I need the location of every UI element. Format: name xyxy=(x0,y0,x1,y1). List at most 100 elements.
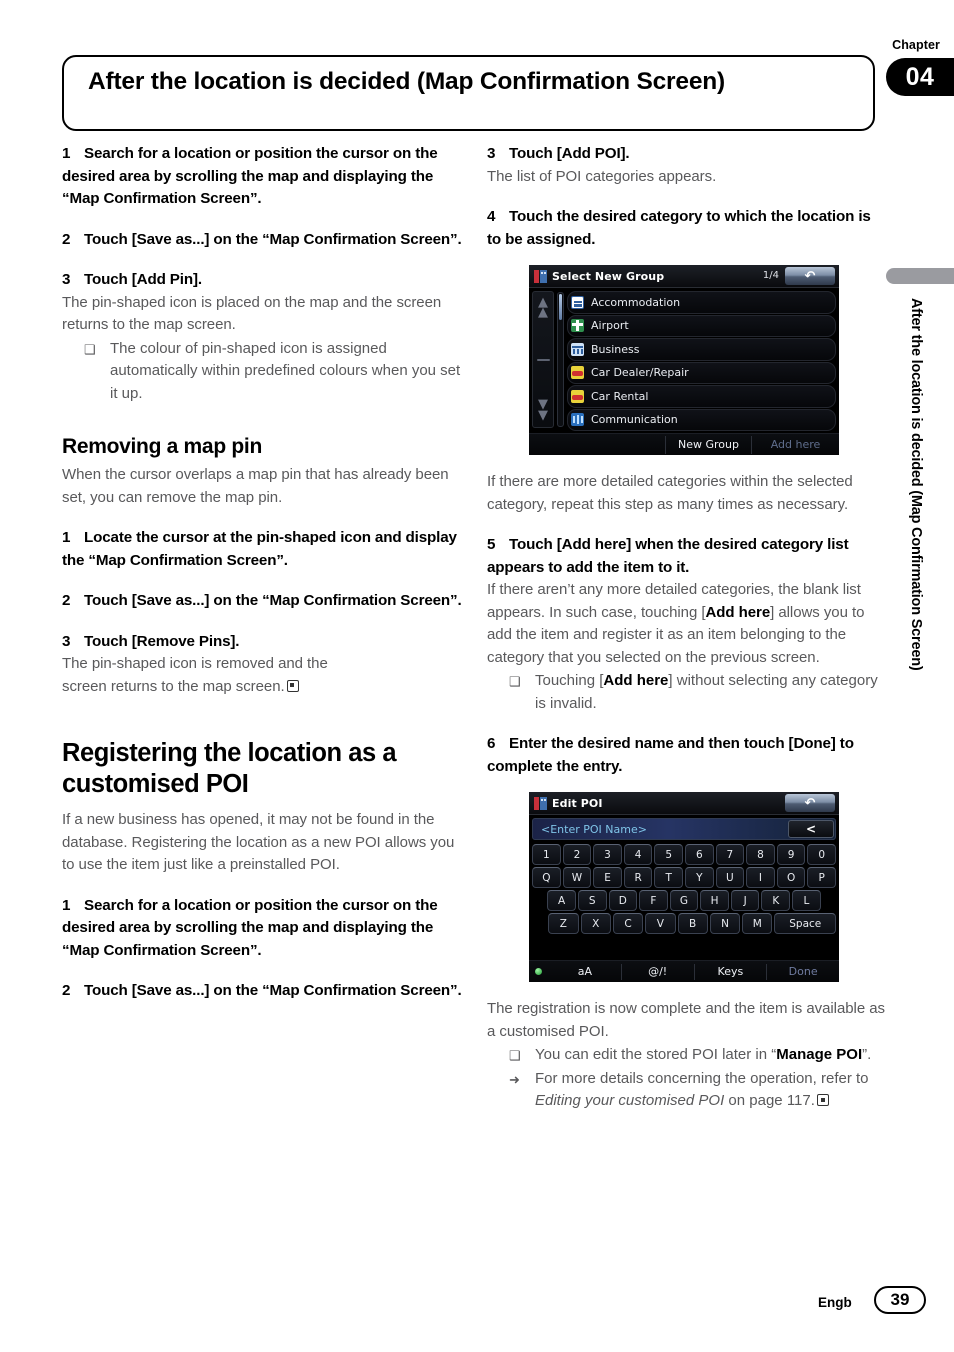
step-number: 2 xyxy=(62,982,71,1000)
key-x[interactable]: X xyxy=(580,913,611,934)
back-button[interactable]: ↶ xyxy=(785,267,835,285)
key-space[interactable]: Space xyxy=(774,913,836,934)
airport-icon xyxy=(571,319,584,333)
key-7[interactable]: 7 xyxy=(715,844,745,865)
key-h[interactable]: H xyxy=(700,890,729,911)
keyboard-row-zxcv: Z X C V B N M Space xyxy=(532,913,836,934)
key-8[interactable]: 8 xyxy=(746,844,775,865)
add-here-button[interactable]: Add here xyxy=(751,435,839,454)
row-spacer xyxy=(532,890,545,911)
step-number: 2 xyxy=(62,592,71,609)
key-1[interactable]: 1 xyxy=(532,844,561,865)
keyboard-row-qwerty: Q W E R T Y U I O P xyxy=(532,867,836,888)
list-item[interactable]: Car Rental xyxy=(567,385,836,408)
key-g[interactable]: G xyxy=(669,890,699,911)
step-text: Search for a location or position the cu… xyxy=(62,145,438,207)
key-5[interactable]: 5 xyxy=(654,844,683,865)
key-r[interactable]: R xyxy=(623,867,653,888)
new-group-button[interactable]: New Group xyxy=(665,435,751,454)
ref-part1: For more details concerning the operatio… xyxy=(535,1069,869,1087)
key-k[interactable]: K xyxy=(761,890,791,911)
list-item[interactable]: Communication xyxy=(567,408,836,431)
note-bold: Add here xyxy=(603,672,669,689)
case-toggle-button[interactable]: aA xyxy=(549,964,621,980)
key-v[interactable]: V xyxy=(645,913,676,934)
right-column: 3 Touch [Add POI]. The list of POI catego… xyxy=(487,143,887,1113)
backspace-button[interactable]: < xyxy=(788,820,834,838)
section-intro: If a new business has opened, it may not… xyxy=(62,811,455,874)
key-q[interactable]: Q xyxy=(532,867,561,888)
row-spacer xyxy=(532,913,546,934)
key-m[interactable]: M xyxy=(742,913,773,934)
key-f[interactable]: F xyxy=(639,890,668,911)
step-description: The pin-shaped icon is placed on the map… xyxy=(62,293,442,334)
step-number: 1 xyxy=(62,896,71,914)
keyboard: 1 2 3 4 5 6 7 8 9 0 Q W E R T Y U I O P … xyxy=(529,840,839,934)
step-description: If there aren’t any more detailed catego… xyxy=(487,579,887,669)
chapter-label: Chapter xyxy=(892,38,940,52)
step-number: 3 xyxy=(487,145,496,162)
step-number: 6 xyxy=(487,735,496,752)
note-text: For more details concerning the operatio… xyxy=(535,1068,887,1113)
key-6[interactable]: 6 xyxy=(685,844,714,865)
end-of-section-icon xyxy=(816,1094,829,1106)
list-item[interactable]: Business xyxy=(567,338,836,361)
scroll-arrows-column[interactable]: ▲ ▲ ▼ ▼ xyxy=(532,291,554,428)
key-i[interactable]: I xyxy=(746,867,775,888)
key-j[interactable]: J xyxy=(730,890,760,911)
step-number: 2 xyxy=(62,230,71,248)
step-number: 1 xyxy=(62,529,71,546)
scrollbar[interactable] xyxy=(557,292,564,427)
keys-button[interactable]: Keys xyxy=(693,963,767,980)
list-item-label: Car Rental xyxy=(591,389,649,403)
keyboard-row-asdf: A S D F G H J K L xyxy=(532,890,836,911)
key-l[interactable]: L xyxy=(792,890,821,911)
device-screenshot-select-new-group: Select New Group 1/4 ↶ ▲ ▲ ▼ ▼ Accommodati… xyxy=(529,265,839,455)
scroll-down-icon[interactable]: ▼ ▼ xyxy=(538,398,548,421)
key-4[interactable]: 4 xyxy=(623,844,653,865)
scroll-up-icon[interactable]: ▲ ▲ xyxy=(538,296,548,319)
scrollbar-thumb[interactable] xyxy=(559,294,562,320)
key-u[interactable]: U xyxy=(715,867,745,888)
key-a[interactable]: A xyxy=(547,890,576,911)
step-number: 1 xyxy=(62,145,71,162)
poi-group-icon xyxy=(534,269,547,283)
after-keyboard-description: The registration is now complete and the… xyxy=(487,1000,885,1040)
key-e[interactable]: E xyxy=(593,867,622,888)
key-p[interactable]: P xyxy=(807,867,836,888)
note-square-icon: ❑ xyxy=(509,1048,521,1063)
key-0[interactable]: 0 xyxy=(807,844,836,865)
step5-desc-bold: Add here xyxy=(705,603,771,621)
key-y[interactable]: Y xyxy=(685,867,714,888)
page-indicator: 1/4 xyxy=(762,270,779,281)
step-description-line2: screen returns to the map screen. xyxy=(62,677,285,695)
side-tab-marker xyxy=(886,268,954,284)
key-3[interactable]: 3 xyxy=(593,844,622,865)
key-2[interactable]: 2 xyxy=(562,844,592,865)
key-d[interactable]: D xyxy=(608,890,638,911)
poi-name-input[interactable]: <Enter POI Name> < xyxy=(532,818,836,840)
key-n[interactable]: N xyxy=(709,913,741,934)
key-w[interactable]: W xyxy=(562,867,592,888)
key-t[interactable]: T xyxy=(654,867,683,888)
symbols-button[interactable]: @/! xyxy=(620,963,694,980)
section-intro: When the cursor overlaps a map pin that … xyxy=(62,466,449,506)
list-item[interactable]: Airport xyxy=(567,314,836,337)
device-titlebar: Edit POI ↶ xyxy=(529,792,839,815)
step-text: Touch [Save as...] on the “Map Confirmat… xyxy=(84,230,462,248)
back-button[interactable]: ↶ xyxy=(785,794,835,812)
key-o[interactable]: O xyxy=(776,867,806,888)
poi-group-icon xyxy=(534,796,547,810)
step-item: 6 Enter the desired name and then touch [… xyxy=(487,733,887,778)
list-item[interactable]: Accommodation xyxy=(567,291,836,314)
key-9[interactable]: 9 xyxy=(776,844,806,865)
key-z[interactable]: Z xyxy=(548,913,579,934)
key-c[interactable]: C xyxy=(612,913,644,934)
list-item[interactable]: Car Dealer/Repair xyxy=(567,361,836,384)
done-button[interactable]: Done xyxy=(766,963,839,980)
key-s[interactable]: S xyxy=(577,890,607,911)
note-part1: Touching [ xyxy=(535,672,604,689)
step-description: The list of POI categories appears. xyxy=(487,167,717,185)
step-item: 5 Touch [Add here] when the desired categ… xyxy=(487,534,887,579)
key-b[interactable]: B xyxy=(677,913,708,934)
